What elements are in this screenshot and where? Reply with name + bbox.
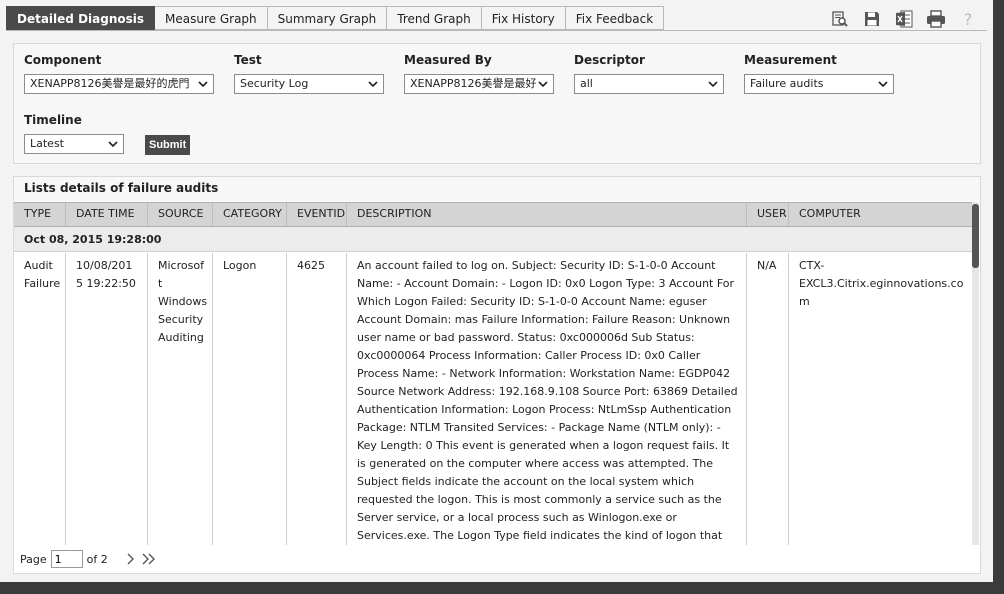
descriptor-label: Descriptor <box>574 53 645 67</box>
timeline-label: Timeline <box>24 113 82 127</box>
timeline-field: Timeline Latest <box>24 113 124 154</box>
measurement-field: Measurement Failure audits <box>744 53 894 94</box>
cell-description: An account failed to log on. Subject: Se… <box>347 253 747 545</box>
tab-measure-graph[interactable]: Measure Graph <box>155 6 268 30</box>
component-label: Component <box>24 53 102 67</box>
component-value: XENAPP8126美譽是最好的虎門 <box>30 77 190 90</box>
filter-form: Component XENAPP8126美譽是最好的虎門 Test Securi… <box>13 43 981 164</box>
measured-by-field: Measured By XENAPP8126美譽是最好 <box>404 53 554 94</box>
diagnosis-window: Detailed Diagnosis Measure Graph Summary… <box>0 0 993 582</box>
page-number-input[interactable] <box>50 550 83 568</box>
cell-source: Microsoft Windows Security Auditing <box>148 253 213 545</box>
page-count: of 2 <box>86 552 108 566</box>
test-select[interactable]: Security Log <box>234 74 384 94</box>
column-header-user[interactable]: USER <box>747 203 789 226</box>
toolbar: ? <box>829 8 979 30</box>
column-header-source[interactable]: SOURCE <box>148 203 213 226</box>
help-icon[interactable]: ? <box>957 8 979 30</box>
cell-user: N/A <box>747 253 789 545</box>
column-header-eventid[interactable]: EVENTID <box>287 203 347 226</box>
descriptor-field: Descriptor all <box>574 53 724 94</box>
chevron-down-icon <box>538 81 548 88</box>
measurement-select[interactable]: Failure audits <box>744 74 894 94</box>
descriptor-select[interactable]: all <box>574 74 724 94</box>
save-icon[interactable] <box>861 8 883 30</box>
measured-by-select[interactable]: XENAPP8126美譽是最好 <box>404 74 554 94</box>
page-label: Page <box>20 552 47 566</box>
vertical-scrollbar[interactable] <box>972 202 979 545</box>
column-header-computer[interactable]: COMPUTER <box>789 203 974 226</box>
results-panel: Lists details of failure audits TYPE DAT… <box>13 176 981 574</box>
pager: Page of 2 <box>20 549 156 569</box>
component-field: Component XENAPP8126美譽是最好的虎門 <box>24 53 214 94</box>
tab-summary-graph[interactable]: Summary Graph <box>267 6 388 30</box>
test-value: Security Log <box>240 77 309 90</box>
submit-button[interactable]: Submit <box>145 135 191 155</box>
chevron-down-icon <box>198 81 208 88</box>
cell-category: Logon <box>213 253 287 545</box>
excel-icon[interactable] <box>893 8 915 30</box>
chevron-down-icon <box>708 81 718 88</box>
svg-text:?: ? <box>964 10 973 28</box>
column-header-type[interactable]: TYPE <box>14 203 66 226</box>
chevron-down-icon <box>878 81 888 88</box>
cell-computer: CTX-EXCL3.Citrix.eginnovations.com <box>799 259 964 308</box>
tab-fix-feedback[interactable]: Fix Feedback <box>565 6 665 30</box>
cell-date-time: 10/08/2015 19:22:50 <box>66 253 148 545</box>
tab-underline <box>6 30 987 31</box>
tab-bar: Detailed Diagnosis Measure Graph Summary… <box>6 6 665 30</box>
timeline-select[interactable]: Latest <box>24 134 124 154</box>
tab-detailed-diagnosis[interactable]: Detailed Diagnosis <box>6 6 156 30</box>
column-header-category[interactable]: CATEGORY <box>213 203 287 226</box>
cell-type: Audit Failure <box>14 253 66 545</box>
table-row: Audit Failure 10/08/2015 19:22:50 Micros… <box>14 253 974 545</box>
column-header-date-time[interactable]: DATE TIME <box>66 203 148 226</box>
chevron-down-icon <box>368 81 378 88</box>
scrollbar-thumb[interactable] <box>972 204 979 268</box>
test-field: Test Security Log <box>234 53 384 94</box>
tab-trend-graph[interactable]: Trend Graph <box>387 6 482 30</box>
column-header-description[interactable]: DESCRIPTION <box>347 203 747 226</box>
measured-by-label: Measured By <box>404 53 492 67</box>
last-page-icon[interactable] <box>142 553 156 565</box>
group-header: Oct 08, 2015 19:28:00 <box>14 227 974 252</box>
measured-by-value: XENAPP8126美譽是最好 <box>410 77 537 90</box>
descriptor-value: all <box>580 77 593 90</box>
panel-title: Lists details of failure audits <box>14 177 980 201</box>
measurement-value: Failure audits <box>750 77 824 90</box>
chevron-down-icon <box>108 141 118 148</box>
test-label: Test <box>234 53 262 67</box>
timeline-value: Latest <box>30 137 64 150</box>
next-page-icon[interactable] <box>126 553 136 565</box>
component-select[interactable]: XENAPP8126美譽是最好的虎門 <box>24 74 214 94</box>
tab-fix-history[interactable]: Fix History <box>481 6 566 30</box>
measurement-label: Measurement <box>744 53 837 67</box>
cell-eventid: 4625 <box>287 253 347 545</box>
print-icon[interactable] <box>925 8 947 30</box>
table-header: TYPE DATE TIME SOURCE CATEGORY EVENTID D… <box>14 202 974 227</box>
zoom-icon[interactable] <box>829 8 851 30</box>
